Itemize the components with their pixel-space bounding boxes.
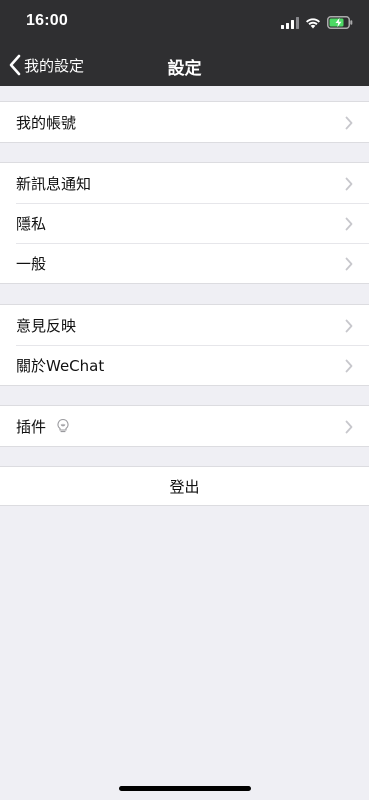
status-time: 16:00 bbox=[26, 12, 68, 29]
settings-item-label: 我的帳號 bbox=[16, 113, 77, 132]
settings-item-label: 隱私 bbox=[16, 214, 47, 233]
chevron-right-icon bbox=[345, 419, 353, 438]
settings-item-about-wechat[interactable]: 關於WeChat bbox=[0, 345, 369, 385]
chevron-right-icon bbox=[345, 216, 353, 235]
settings-group-general: 新訊息通知 隱私 一般 bbox=[0, 162, 369, 284]
chevron-right-icon bbox=[345, 358, 353, 377]
nav-bar: 我的設定 設定 bbox=[0, 44, 369, 86]
settings-item-my-account[interactable]: 我的帳號 bbox=[0, 102, 369, 142]
settings-item-notifications[interactable]: 新訊息通知 bbox=[0, 163, 369, 203]
settings-item-label: 插件 bbox=[16, 417, 47, 436]
status-bar: 16:00 bbox=[0, 0, 369, 44]
settings-item-label: 關於WeChat bbox=[16, 356, 105, 375]
settings-group-about: 意見反映 關於WeChat bbox=[0, 304, 369, 386]
settings-item-label: 一般 bbox=[16, 254, 47, 273]
lightbulb-icon bbox=[56, 418, 70, 434]
battery-charging-icon bbox=[327, 14, 353, 33]
page-title: 設定 bbox=[167, 59, 202, 79]
status-icons bbox=[281, 14, 353, 33]
chevron-right-icon bbox=[345, 176, 353, 195]
chevron-right-icon bbox=[345, 256, 353, 275]
settings-group-plugins: 插件 bbox=[0, 405, 369, 447]
settings-item-label: 意見反映 bbox=[16, 316, 77, 335]
chevron-right-icon bbox=[345, 318, 353, 337]
wifi-icon bbox=[305, 14, 321, 33]
settings-item-feedback[interactable]: 意見反映 bbox=[0, 305, 369, 345]
cellular-signal-icon bbox=[281, 14, 299, 33]
logout-button[interactable]: 登出 bbox=[0, 466, 369, 506]
chevron-right-icon bbox=[345, 115, 353, 134]
top-bar: 16:00 我的設定 設定 bbox=[0, 0, 369, 86]
settings-item-label: 新訊息通知 bbox=[16, 174, 92, 193]
settings-item-general[interactable]: 一般 bbox=[0, 243, 369, 283]
home-indicator[interactable] bbox=[119, 786, 251, 791]
settings-group-account: 我的帳號 bbox=[0, 101, 369, 143]
settings-item-plugins[interactable]: 插件 bbox=[0, 406, 369, 446]
settings-item-privacy[interactable]: 隱私 bbox=[0, 203, 369, 243]
